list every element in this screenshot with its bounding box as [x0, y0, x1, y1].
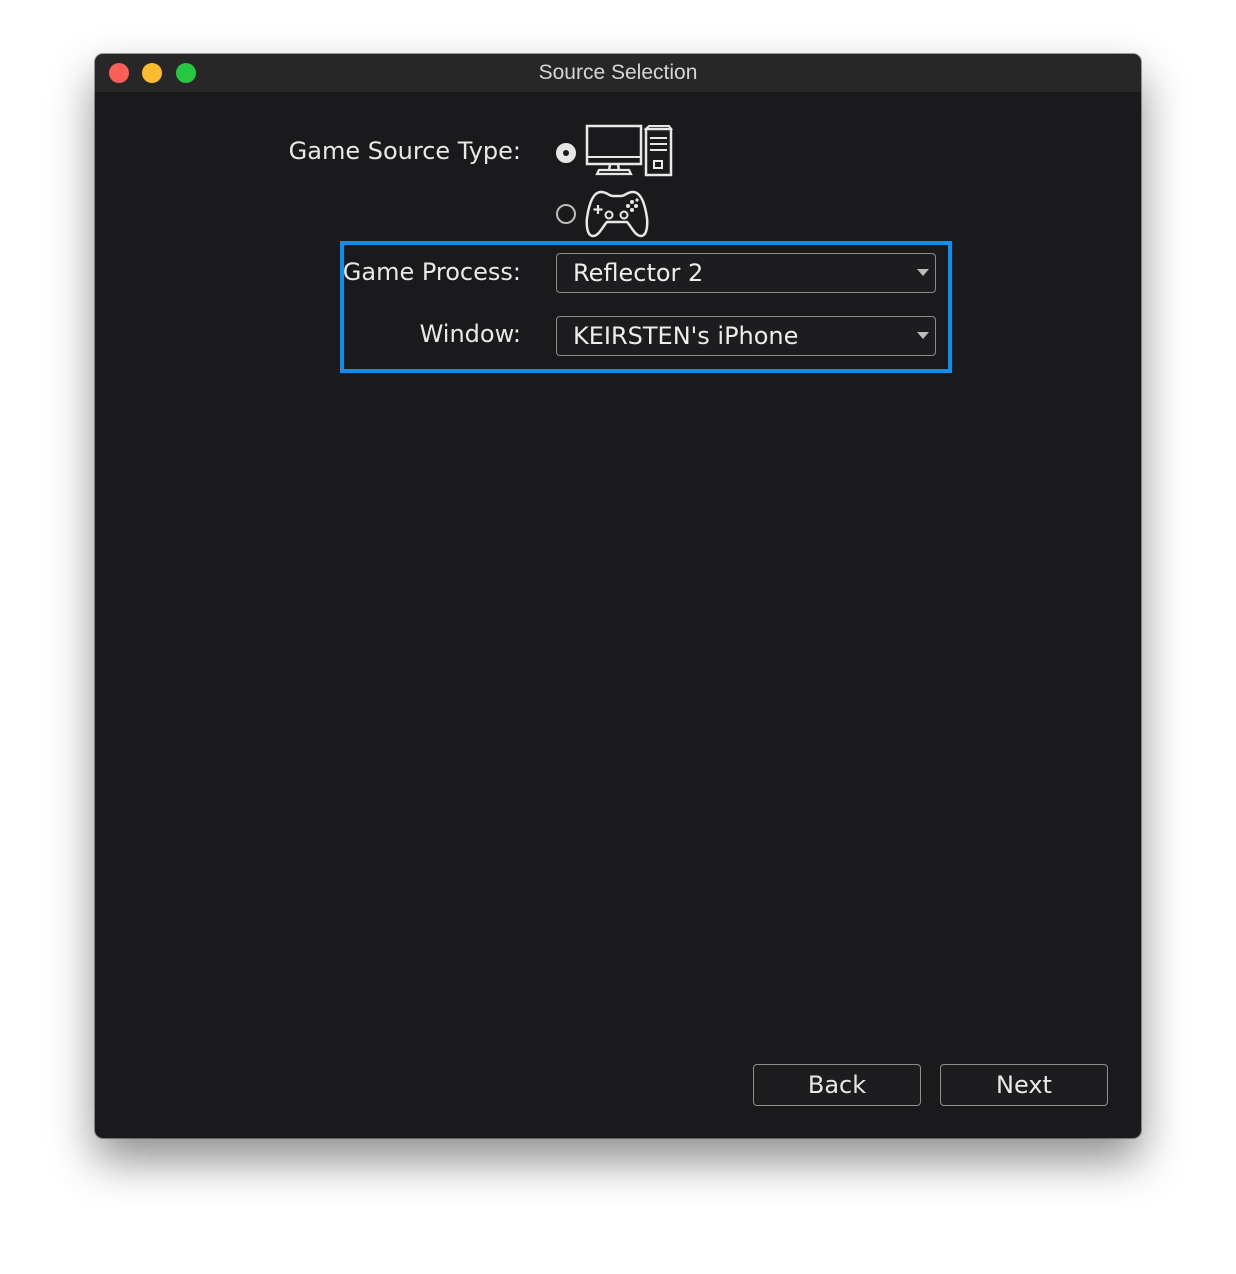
pc-source-radio[interactable] [556, 143, 576, 163]
chevron-down-icon [917, 332, 929, 339]
pc-icon[interactable] [585, 124, 675, 178]
back-button[interactable]: Back [753, 1064, 921, 1106]
gamepad-icon[interactable] [585, 188, 649, 240]
window-dropdown[interactable]: KEIRSTEN's iPhone [556, 316, 936, 356]
chevron-down-icon [917, 269, 929, 276]
console-source-radio[interactable] [556, 204, 576, 224]
title-bar: Source Selection [95, 54, 1141, 92]
game-process-dropdown[interactable]: Reflector 2 [556, 253, 936, 293]
window-label: Window: [419, 320, 521, 348]
game-process-value: Reflector 2 [573, 259, 704, 287]
window-value: KEIRSTEN's iPhone [573, 322, 799, 350]
game-source-type-label: Game Source Type: [288, 137, 521, 165]
next-button[interactable]: Next [940, 1064, 1108, 1106]
window-title: Source Selection [538, 61, 698, 84]
source-selection-window: Source Selection Game Source Type: Game … [95, 54, 1141, 1138]
game-process-label: Game Process: [342, 258, 521, 286]
